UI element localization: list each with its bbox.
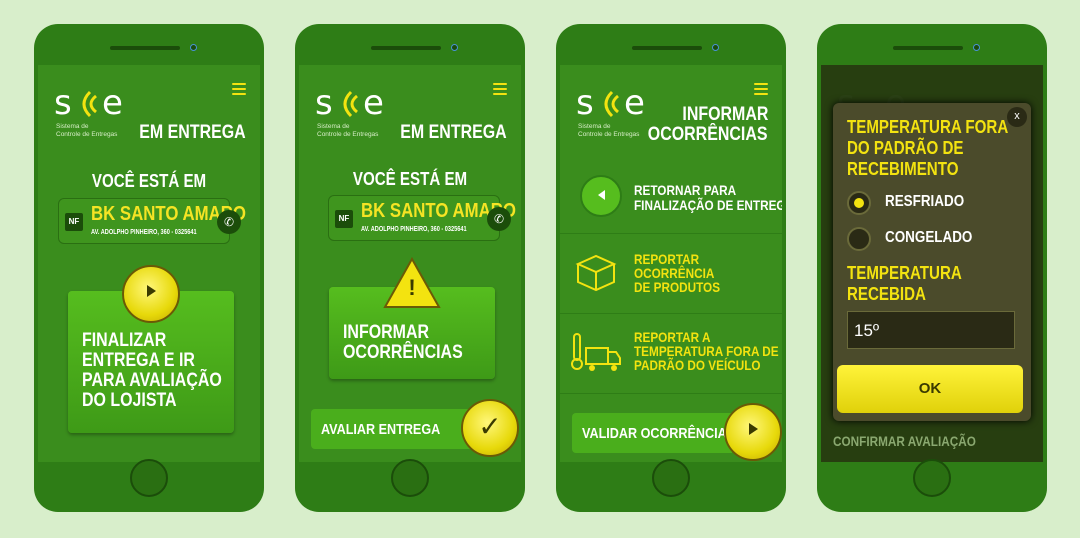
phone-icon[interactable]: ✆ [217, 210, 241, 234]
check-icon[interactable]: ✓ [461, 399, 519, 457]
phone-icon[interactable]: ✆ [487, 207, 511, 231]
warning-mark: ! [408, 275, 416, 300]
home-button[interactable] [652, 459, 690, 497]
signal-icon [82, 90, 97, 118]
report-products-row[interactable]: REPORTAR OCORRÊNCIA DE PRODUTOS [560, 233, 782, 313]
screen-em-entrega: s e Sistema de Controle de Entregas EM EN… [38, 65, 260, 462]
home-button[interactable] [913, 459, 951, 497]
temperature-input[interactable]: 15º [847, 311, 1015, 349]
play-button[interactable] [724, 403, 782, 461]
phone-3: s e Sistema de Controle de Entregas INFOR… [556, 24, 786, 512]
screen-temperature-modal: s e CONFIRMAR AVALIAÇÃO x TEMPERATURA FO… [821, 65, 1043, 462]
modal-heading: TEMPERATURA FORA DO PADRÃO DE RECEBIMENTO [847, 117, 1009, 179]
store-address: AV. ADOLPHO PINHEIRO, 360 - 0325641 [361, 226, 467, 233]
confirm-evaluation-button: CONFIRMAR AVALIAÇÃO [833, 433, 976, 449]
logo-s: s [54, 83, 72, 123]
page-title: EM ENTREGA [400, 122, 507, 143]
phone-4: s e CONFIRMAR AVALIAÇÃO x TEMPERATURA FO… [817, 24, 1047, 512]
back-button[interactable] [580, 175, 622, 217]
logo-s: s [315, 83, 333, 123]
phone-1: s e Sistema de Controle de Entregas EM EN… [34, 24, 264, 512]
play-icon [748, 423, 758, 435]
screen-informar-ocorrencias: s e Sistema de Controle de Entregas INFOR… [560, 65, 782, 462]
report-temperature-label: REPORTAR A TEMPERATURA FORA DE PADRÃO DO V… [634, 329, 779, 373]
page-title: EM ENTREGA [139, 122, 246, 143]
play-button[interactable] [122, 265, 180, 323]
validate-occurrences-button[interactable]: VALIDAR OCORRÊNCIAS [572, 413, 735, 453]
store-address: AV. ADOLPHO PINHEIRO, 360 - 0325641 [91, 229, 197, 236]
finalize-delivery-label: FINALIZAR ENTREGA E IR PARA AVALIAÇÃO DO LO… [82, 330, 222, 411]
home-button[interactable] [391, 459, 429, 497]
speaker [893, 46, 963, 50]
signal-icon [604, 90, 619, 118]
logo-e: e [102, 83, 123, 123]
logo-e: e [363, 83, 384, 123]
phone-2: s e Sistema de Controle de Entregas EM EN… [295, 24, 525, 512]
nf-badge: NF [65, 213, 83, 231]
report-products-label: REPORTAR OCORRÊNCIA DE PRODUTOS [634, 251, 721, 295]
back-label: RETORNAR PARA FINALIZAÇÃO DE ENTREGA [634, 182, 782, 213]
speaker [371, 46, 441, 50]
menu-icon[interactable] [493, 83, 507, 98]
signal-icon [343, 90, 358, 118]
camera [190, 44, 197, 51]
report-temperature-row[interactable]: REPORTAR A TEMPERATURA FORA DE PADRÃO DO V… [560, 313, 782, 393]
nf-badge: NF [335, 210, 353, 228]
back-arrow-icon [597, 190, 605, 200]
report-occurrences-label: INFORMAR OCORRÊNCIAS [343, 322, 463, 363]
logo-s: s [576, 83, 594, 123]
radio-icon [847, 191, 871, 215]
evaluate-delivery-button[interactable]: AVALIAR ENTREGA [311, 409, 471, 449]
truck-thermometer-icon [571, 333, 621, 371]
camera [973, 44, 980, 51]
menu-icon[interactable] [232, 83, 246, 98]
radio-icon [847, 227, 871, 251]
speaker [632, 46, 702, 50]
play-icon [146, 285, 156, 297]
home-button[interactable] [130, 459, 168, 497]
box-icon [575, 254, 617, 292]
page-title: INFORMAR OCORRÊNCIAS [648, 104, 768, 145]
camera [451, 44, 458, 51]
you-are-at-label: VOCÊ ESTÁ EM [91, 171, 207, 191]
menu-icon[interactable] [754, 83, 768, 98]
you-are-at-label: VOCÊ ESTÁ EM [352, 169, 468, 189]
ok-button[interactable]: OK [837, 365, 1023, 413]
store-card: NF BK SANTO AMARO AV. ADOLPHO PINHEIRO, … [328, 195, 516, 241]
received-temp-heading: TEMPERATURA RECEBIDA [847, 263, 962, 304]
temperature-modal: x TEMPERATURA FORA DO PADRÃO DE RECEBIMENT… [833, 103, 1031, 421]
camera [712, 44, 719, 51]
store-card: NF BK SANTO AMARO AV. ADOLPHO PINHEIRO, … [58, 198, 246, 244]
screen-em-entrega-2: s e Sistema de Controle de Entregas EM EN… [299, 65, 521, 462]
speaker [110, 46, 180, 50]
divider [560, 393, 782, 394]
